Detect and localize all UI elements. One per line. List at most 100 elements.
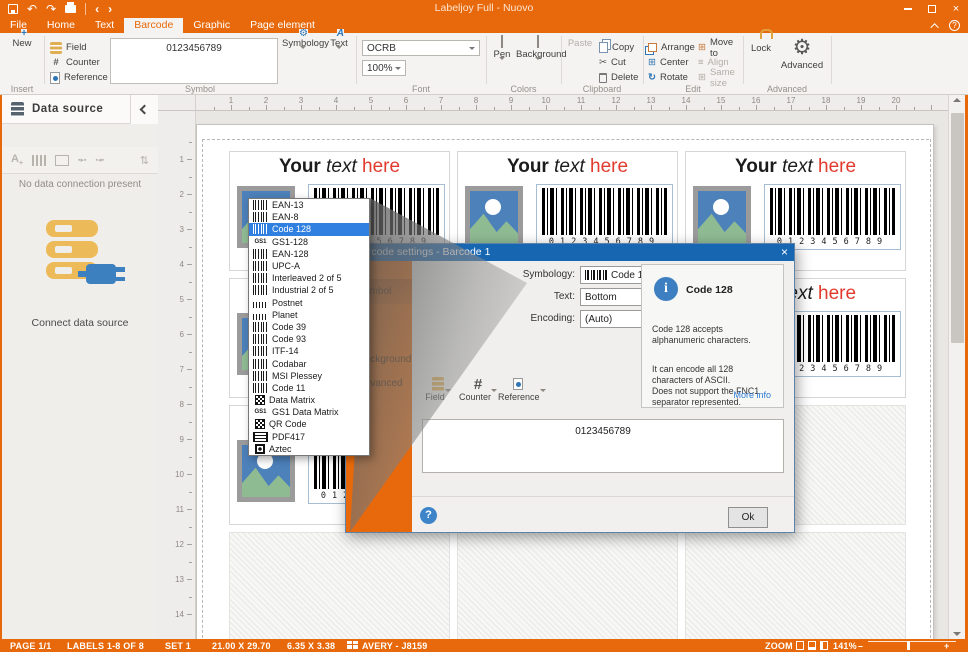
scrollbar-thumb[interactable] bbox=[951, 113, 964, 343]
advanced-button[interactable]: ⚙ Advanced bbox=[777, 36, 827, 71]
ruler-tick-label: 9 bbox=[168, 435, 184, 444]
scroll-up-icon[interactable] bbox=[953, 98, 961, 102]
collapse-panel-button[interactable] bbox=[130, 95, 158, 124]
sort-icon[interactable]: ⇅ bbox=[140, 154, 149, 167]
help-icon[interactable]: ? bbox=[420, 507, 437, 524]
dropdown-item-qr-code[interactable]: QR Code bbox=[249, 418, 369, 430]
label-text[interactable]: Your text here bbox=[686, 154, 905, 180]
db-layer bbox=[46, 241, 98, 258]
merge-left-icon[interactable]: ▪◂▪ bbox=[96, 156, 104, 164]
image-placeholder[interactable] bbox=[465, 186, 523, 248]
dropdown-item-industrial-2-of-5[interactable]: Industrial 2 of 5 bbox=[249, 284, 369, 296]
same-size-button[interactable]: ⊞Same size bbox=[698, 71, 743, 84]
lock-button[interactable]: Lock bbox=[745, 36, 777, 54]
ruler-tick-label: 10 bbox=[168, 470, 184, 479]
counter-button[interactable]: #Counter bbox=[50, 56, 100, 69]
symbology-button[interactable]: ⚙ Symbology bbox=[282, 36, 324, 60]
data-source-header: Data source bbox=[2, 95, 158, 124]
dropdown-item-codabar[interactable]: Codabar bbox=[249, 357, 369, 369]
close-button[interactable]: × bbox=[944, 0, 968, 18]
label-text[interactable]: Your text here bbox=[230, 154, 449, 180]
symbol-value-input[interactable]: 0123456789 bbox=[110, 38, 278, 84]
image-placeholder[interactable] bbox=[693, 186, 751, 248]
zoom-in-button[interactable]: + bbox=[944, 641, 949, 651]
label-text[interactable]: Your text here bbox=[458, 154, 677, 180]
tab-home[interactable]: Home bbox=[37, 18, 85, 33]
dropdown-item-gs1-128[interactable]: GS1GS1-128 bbox=[249, 236, 369, 248]
font-family-select[interactable]: OCRB bbox=[362, 40, 480, 56]
dropdown-item-upc-a[interactable]: UPC-A bbox=[249, 260, 369, 272]
field-button[interactable]: Field bbox=[50, 41, 87, 54]
dialog-close-button[interactable]: × bbox=[781, 244, 788, 261]
copy-button[interactable]: Copy bbox=[599, 41, 634, 54]
barcode[interactable]: 0123456789 bbox=[536, 184, 673, 250]
barcode-text-button[interactable]: A Text bbox=[326, 36, 352, 60]
dropdown-item-interleaved-2-of-5[interactable]: Interleaved 2 of 5 bbox=[249, 272, 369, 284]
label-text-bold: Your bbox=[507, 156, 549, 177]
zoom-slider[interactable] bbox=[868, 641, 956, 643]
tab-barcode[interactable]: Barcode bbox=[124, 18, 183, 33]
page-width-view-icon[interactable] bbox=[808, 641, 816, 650]
add-barcode-field-icon[interactable] bbox=[32, 155, 46, 166]
dropdown-item-label: Interleaved 2 of 5 bbox=[272, 273, 342, 283]
tab-graphic[interactable]: Graphic bbox=[183, 18, 240, 33]
background-color-button[interactable]: Background bbox=[516, 36, 560, 71]
collapse-ribbon-icon[interactable] bbox=[930, 23, 938, 31]
add-image-field-icon[interactable] bbox=[55, 155, 69, 166]
paste-button[interactable]: Paste bbox=[565, 36, 595, 49]
dropdown-item-code-93[interactable]: Code 93 bbox=[249, 333, 369, 345]
dialog-reference-button[interactable]: Reference bbox=[498, 376, 538, 402]
reference-button[interactable]: Reference bbox=[50, 71, 108, 84]
dropdown-item-aztec[interactable]: Aztec bbox=[249, 443, 369, 455]
ribbon-group-colors: Pen Background Colors bbox=[486, 33, 561, 95]
dialog-counter-button[interactable]: # Counter bbox=[458, 376, 498, 402]
arrange-button[interactable]: Arrange bbox=[648, 41, 695, 54]
new-barcode-button[interactable]: + New bbox=[4, 36, 40, 49]
help-icon[interactable]: ? bbox=[949, 20, 960, 31]
maximize-button[interactable] bbox=[920, 0, 944, 18]
connect-data-source-icon[interactable] bbox=[46, 220, 126, 292]
more-info-link[interactable]: More info bbox=[733, 390, 771, 400]
dropdown-item-code-39[interactable]: Code 39 bbox=[249, 321, 369, 333]
zoom-out-button[interactable]: – bbox=[858, 641, 863, 651]
barcode[interactable]: 0123456789 bbox=[764, 184, 901, 250]
template-button[interactable]: AVERY - J8159 bbox=[362, 641, 427, 651]
dropdown-item-msi-plessey[interactable]: MSI Plessey bbox=[249, 370, 369, 382]
font-size-select[interactable]: 100% bbox=[362, 60, 406, 76]
dropdown-item-postnet[interactable]: Postnet bbox=[249, 297, 369, 309]
zoom-slider-handle[interactable] bbox=[907, 641, 910, 650]
empty-label-cell[interactable] bbox=[229, 532, 450, 639]
tab-text[interactable]: Text bbox=[85, 18, 124, 33]
dropdown-item-ean-13[interactable]: EAN-13 bbox=[249, 199, 369, 211]
move-to-button[interactable]: ⊞Move to bbox=[698, 41, 743, 54]
one-page-view-icon[interactable] bbox=[796, 641, 804, 650]
scroll-down-icon[interactable] bbox=[953, 632, 961, 636]
dropdown-item-code-128[interactable]: Code 128 bbox=[249, 223, 369, 235]
rotate-button[interactable]: ↻Rotate bbox=[648, 71, 688, 84]
tab-page-element[interactable]: Page element bbox=[240, 18, 325, 33]
dropdown-item-data-matrix[interactable]: Data Matrix bbox=[249, 394, 369, 406]
dropdown-item-pdf417[interactable]: PDF417 bbox=[249, 431, 369, 443]
minimize-button[interactable] bbox=[896, 0, 920, 18]
vertical-scrollbar[interactable] bbox=[948, 95, 965, 639]
empty-label-cell[interactable] bbox=[685, 532, 906, 639]
dropdown-item-gs1-data-matrix[interactable]: GS1GS1 Data Matrix bbox=[249, 406, 369, 418]
merge-right-icon[interactable]: ▪▸▪ bbox=[78, 156, 86, 164]
dropdown-item-ean-8[interactable]: EAN-8 bbox=[249, 211, 369, 223]
center-button[interactable]: ⊞Center bbox=[648, 56, 688, 69]
dropdown-item-planet[interactable]: Planet bbox=[249, 309, 369, 321]
tab-file[interactable]: File bbox=[0, 18, 37, 33]
connect-data-source-label[interactable]: Connect data source bbox=[2, 317, 158, 329]
add-text-field-icon[interactable]: A+ bbox=[11, 153, 23, 167]
barcode-value-input[interactable]: 0123456789 bbox=[422, 419, 784, 473]
ruler-tick bbox=[187, 579, 192, 580]
dropdown-item-ean-128[interactable]: EAN-128 bbox=[249, 248, 369, 260]
fit-page-view-icon[interactable] bbox=[820, 641, 828, 650]
ok-button[interactable]: Ok bbox=[728, 507, 768, 528]
dropdown-item-itf-14[interactable]: ITF-14 bbox=[249, 345, 369, 357]
dropdown-item-code-11[interactable]: Code 11 bbox=[249, 382, 369, 394]
cut-button[interactable]: ✂Cut bbox=[599, 56, 626, 69]
pen-color-button[interactable]: Pen bbox=[488, 36, 516, 71]
delete-button[interactable]: Delete bbox=[599, 71, 638, 84]
empty-label-cell[interactable] bbox=[457, 532, 678, 639]
